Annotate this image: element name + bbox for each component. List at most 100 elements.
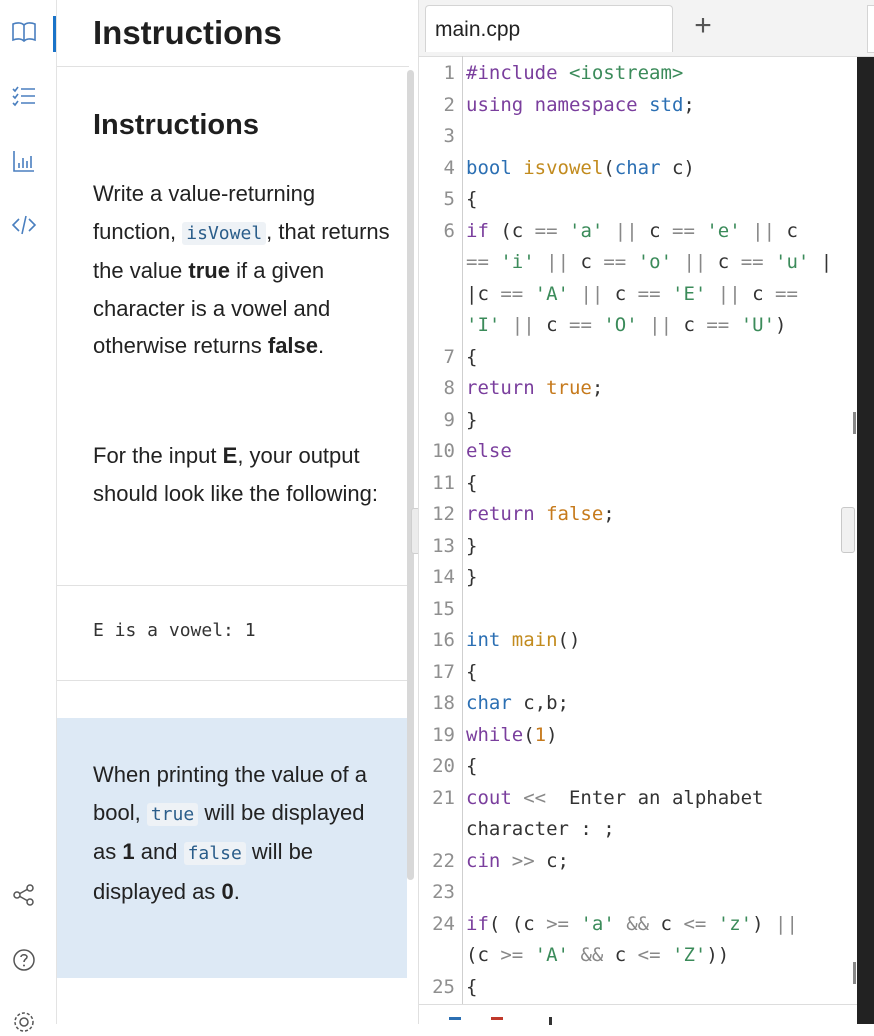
line-number: 10 <box>432 440 455 462</box>
tab-overflow <box>867 5 874 53</box>
code-line[interactable]: 18 char c,b; <box>419 688 855 719</box>
code-line[interactable]: == 'i' || c == 'o' || c == 'u' | <box>419 247 855 278</box>
code-line[interactable]: 10 else <box>419 436 855 467</box>
share-icon[interactable] <box>10 881 38 909</box>
code-line[interactable]: 16 int main() <box>419 625 855 656</box>
add-tab-button[interactable]: + <box>681 6 725 46</box>
code-line[interactable]: 21 cout << Enter an alphabet <box>419 783 855 814</box>
code-line[interactable]: 'I' || c == 'O' || c == 'U') <box>419 310 855 341</box>
code-false: false <box>183 842 246 865</box>
code-line[interactable]: 1 #include <iostream> <box>419 58 855 89</box>
tab-main-cpp[interactable]: main.cpp <box>425 5 673 52</box>
line-number: 8 <box>443 377 455 399</box>
pencil-icon[interactable] <box>449 1017 461 1028</box>
line-number: 11 <box>432 471 455 494</box>
code-line[interactable]: 5{ <box>419 184 855 215</box>
line-number: 23 <box>432 881 455 903</box>
code-line[interactable]: 15 <box>419 594 855 625</box>
line-number: 16 <box>432 629 455 651</box>
code-text: int main() <box>466 629 581 651</box>
line-number: 25 <box>432 975 455 998</box>
editor-scroll-marker <box>853 962 856 984</box>
code-line[interactable]: 19 while(1) <box>419 720 855 751</box>
code-text: |c == 'A' || c == 'E' || c == <box>466 282 798 305</box>
help-icon[interactable] <box>10 946 38 974</box>
code-text: } <box>466 534 478 557</box>
note-text: . <box>233 878 240 904</box>
code-line[interactable]: 4 bool isvowel(char c) <box>419 153 855 184</box>
code-line[interactable]: 14} <box>419 562 855 593</box>
code-text: return true; <box>466 377 604 399</box>
line-number: 13 <box>432 534 455 557</box>
line-number: 5 <box>443 188 455 210</box>
line-number: 15 <box>432 597 455 620</box>
line-number: 19 <box>432 723 455 746</box>
line-number: 12 <box>432 503 455 525</box>
code-text: { <box>466 755 478 777</box>
code-text: == 'i' || c == 'o' || c == 'u' | <box>466 251 833 273</box>
code-line[interactable]: 8 return true; <box>419 373 855 404</box>
code-line[interactable]: 9} <box>419 405 855 436</box>
line-number: 22 <box>432 849 455 872</box>
code-text: return false; <box>466 503 615 525</box>
code-line[interactable]: character : ; <box>419 814 855 845</box>
code-editor: main.cpp + 1 #include <iostream> 2 using na… <box>418 0 874 1025</box>
code-icon[interactable] <box>10 211 38 239</box>
line-number: 9 <box>443 408 455 431</box>
instructions-header: Instructions <box>57 0 409 67</box>
code-line[interactable]: (c >= 'A' && c <= 'Z')) <box>419 940 855 971</box>
line-number: 20 <box>432 755 455 777</box>
code-line[interactable]: 2 using namespace std; <box>419 90 855 121</box>
code-text: char c,b; <box>466 692 569 714</box>
code-area[interactable]: 1 #include <iostream> 2 using namespace std… <box>419 56 857 1006</box>
code-line[interactable]: 12 return false; <box>419 499 855 530</box>
code-line[interactable]: 17 { <box>419 657 855 688</box>
code-text: #include <iostream> <box>466 62 684 84</box>
code-line[interactable]: |c == 'A' || c == 'E' || c == <box>419 279 855 310</box>
code-line[interactable]: 11 { <box>419 468 855 499</box>
line-number: 21 <box>432 786 455 809</box>
instructions-scrollbar[interactable] <box>407 70 414 880</box>
line-number: 4 <box>443 156 455 179</box>
trash-icon[interactable] <box>491 1017 503 1028</box>
editor-scroll-marker <box>853 412 856 434</box>
code-line[interactable]: 25 { <box>419 972 855 1003</box>
instructions-paragraph-2: For the input E, your output should look… <box>93 437 393 512</box>
bold-zero: 0 <box>221 878 234 904</box>
code-true: true <box>146 802 199 826</box>
note-box: When printing the value of a bool, true … <box>57 718 407 978</box>
line-number: 7 <box>443 345 455 368</box>
code-text: { <box>466 471 478 494</box>
code-line[interactable]: 7{ <box>419 342 855 373</box>
tab-label: main.cpp <box>435 18 521 41</box>
code-text: 'I' || c == 'O' || c == 'U') <box>466 314 787 336</box>
function-name-code: isVowel <box>182 221 267 245</box>
code-line[interactable]: 22 cin >> c; <box>419 846 855 877</box>
editor-side-strip <box>857 57 874 1024</box>
code-line[interactable]: 3 <box>419 121 855 152</box>
line-number: 2 <box>443 93 455 116</box>
code-line[interactable]: 13} <box>419 531 855 562</box>
line-number: 24 <box>432 912 455 935</box>
bold-true: true <box>188 258 230 283</box>
bar-chart-icon[interactable] <box>10 147 38 175</box>
code-text: character : ; <box>466 818 615 840</box>
tab-bar: main.cpp + <box>419 0 874 57</box>
checklist-icon[interactable] <box>10 82 38 110</box>
editor-resize-handle[interactable] <box>841 507 855 553</box>
sample-output: E is a vowel: 1 <box>93 620 256 641</box>
code-line[interactable]: 24 if( (c >= 'a' && c <= 'z') || <box>419 909 855 940</box>
code-text: cout << Enter an alphabet <box>466 786 764 809</box>
icon-rail <box>0 0 57 1032</box>
line-number: 18 <box>432 692 455 714</box>
settings-icon[interactable] <box>10 1008 38 1036</box>
code-line[interactable]: 23 <box>419 877 855 908</box>
code-text: { <box>466 345 478 368</box>
editor-bottom-bar <box>419 1004 857 1025</box>
code-text: while(1) <box>466 723 558 746</box>
code-line[interactable]: 20 { <box>419 751 855 782</box>
code-text: { <box>466 975 478 998</box>
book-icon[interactable] <box>10 16 56 52</box>
code-line[interactable]: 6 if (c == 'a' || c == 'e' || c <box>419 216 855 247</box>
instructions-header-title: Instructions <box>93 14 282 51</box>
